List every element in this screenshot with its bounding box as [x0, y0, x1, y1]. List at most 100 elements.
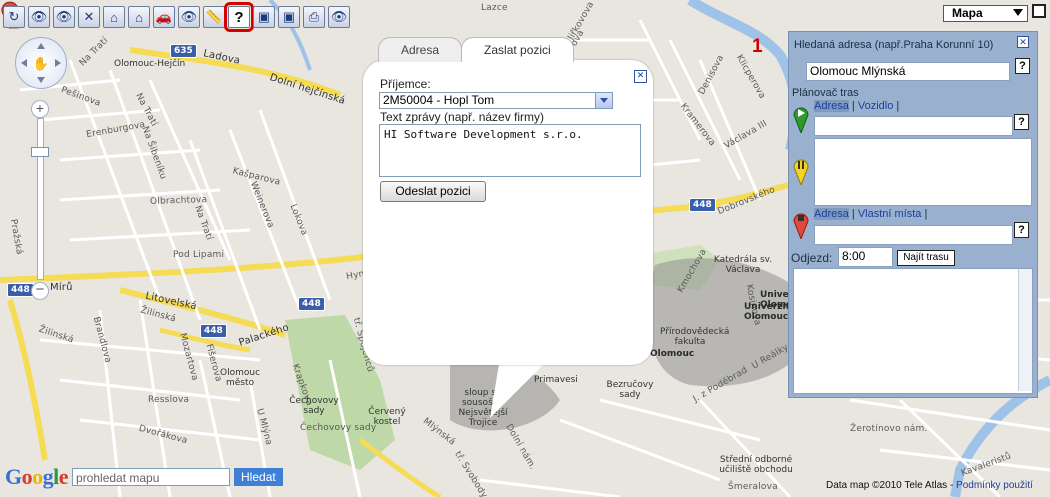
to-custom-places-link[interactable]: Vlastní místa [858, 208, 922, 220]
eye-list-button[interactable]: 👁 [178, 6, 200, 28]
results-scrollbar[interactable] [1018, 269, 1032, 391]
departure-time-input[interactable]: 8:00 [838, 247, 893, 267]
route-shield: 448 [7, 283, 34, 297]
poi-label: Bezručovy sady [606, 380, 654, 400]
vehicle-button[interactable]: 🚗 [153, 6, 175, 28]
map-street-label: Žerotínovo nám. [850, 424, 928, 434]
annotation-1: 1 [752, 36, 763, 57]
toolbar: ↻ 👁 👁 ✕ ⌂ ⌂ 🚗 👁 📏? ▣ ▣ ⎙ 👁 [3, 2, 350, 32]
separator: | [851, 208, 855, 220]
from-address-input[interactable] [814, 116, 1013, 136]
chevron-down-icon [595, 93, 612, 108]
zoom-out-button[interactable]: − [31, 282, 49, 300]
home-button[interactable]: ⌂ [103, 6, 125, 28]
map-type-label: Mapa [952, 6, 983, 20]
help-icon: ? [234, 8, 244, 26]
poi-label: Olomouc-Hejčín [114, 59, 186, 69]
view-button[interactable]: 👁 [28, 6, 50, 28]
poi-label: Červený kostel [368, 407, 406, 427]
car-icon: 🚗 [155, 9, 173, 24]
eye-settings-icon: 👁 [330, 9, 348, 24]
map-street-label: Pod Lipami [173, 250, 225, 260]
printer-icon: ⎙ [308, 9, 320, 24]
route-shield: 448 [200, 324, 227, 338]
map-search-button[interactable]: Hledat [234, 468, 283, 486]
ruler-icon: 📏 [205, 9, 223, 24]
via-pin-icon [793, 159, 809, 185]
package-info-button[interactable]: ▣ [278, 6, 300, 28]
popup-close-icon[interactable]: ✕ [634, 70, 647, 83]
route-shield: 448 [689, 198, 716, 212]
google-logo: Google [5, 464, 69, 489]
terms-link[interactable]: Podmínky použití [956, 480, 1033, 491]
eye-list-icon: 👁 [180, 9, 198, 24]
recipient-value: 2M50004 - Hopl Tom [383, 93, 495, 107]
panel-close-icon[interactable]: ✕ [1017, 36, 1029, 48]
pan-arrows-icon: ✋ [21, 43, 61, 83]
to-address-input[interactable] [814, 225, 1013, 245]
via-points-textarea[interactable] [814, 138, 1032, 206]
to-links: Adresa | Vlastní místa | [814, 208, 927, 220]
help-button[interactable]: ? [1014, 114, 1029, 130]
help-button[interactable]: ? [1014, 222, 1029, 238]
poi-label: Střední odborné učiliště obchodu [719, 455, 793, 475]
help-button[interactable]: ? [224, 2, 254, 32]
message-label: Text zprávy (např. název firmy) [380, 110, 545, 124]
route-results-list[interactable] [793, 268, 1033, 394]
zoom-slider[interactable] [37, 118, 44, 280]
home-add-icon: ⌂ [135, 9, 143, 25]
help-button[interactable]: ? [1015, 58, 1030, 74]
map-street-label: Lazce [481, 3, 508, 13]
planner-label: Plánovač tras [792, 87, 859, 99]
find-route-button[interactable]: Najít trasu [897, 250, 955, 266]
from-vehicle-link[interactable]: Vozidlo [858, 100, 893, 112]
pan-control[interactable]: ✋ [15, 37, 67, 89]
map-search-input[interactable]: prohledat mapu [72, 468, 231, 486]
vehicle-off-button[interactable]: ✕ [78, 6, 100, 28]
map-street-label: Šmeralova [728, 482, 778, 492]
package-info-icon: ▣ [282, 9, 296, 24]
to-address-link[interactable]: Adresa [814, 208, 849, 220]
tab-address[interactable]: Adresa [378, 37, 463, 62]
home-add-button[interactable]: ⌂ [128, 6, 150, 28]
separator: | [924, 208, 928, 220]
poi-label: Univerzitní Olomouc [744, 302, 800, 322]
map-search-bar: Google prohledat mapu Hledat [5, 462, 283, 492]
print-button[interactable]: ⎙ [303, 6, 325, 28]
tab-send-position[interactable]: Zaslat pozici [461, 37, 574, 62]
refresh-icon: ↻ [8, 9, 20, 24]
chevron-down-icon [1013, 9, 1023, 16]
poi-label: Olomouc [650, 349, 695, 359]
separator: | [851, 100, 855, 112]
poi-label: Čechovovy sady [289, 396, 339, 416]
refresh-button[interactable]: ↻ [3, 6, 25, 28]
departure-label: Odjezd: [791, 251, 833, 265]
from-address-link[interactable]: Adresa [814, 100, 849, 112]
send-position-button[interactable]: Odeslat pozici [380, 181, 486, 202]
copyright-notice: Data map ©2010 Tele Atlas - Podmínky pou… [826, 480, 1033, 491]
view-plus-button[interactable]: 👁 [53, 6, 75, 28]
popup-tail [490, 358, 550, 418]
poi-label: Olomouc město [220, 368, 261, 388]
poi-label: Přírodovědecká fakulta [660, 327, 730, 347]
package-button[interactable]: ▣ [253, 6, 275, 28]
start-pin-icon [793, 107, 809, 133]
map-street-label: Mírů [50, 282, 73, 293]
end-pin-icon [793, 213, 809, 239]
map-street-label: Resslova [148, 395, 190, 405]
recipient-select[interactable]: 2M50004 - Hopl Tom [379, 92, 613, 109]
zoom-in-button[interactable]: + [31, 100, 49, 118]
eye-plus-icon: 👁 [55, 9, 73, 24]
zoom-slider-handle[interactable] [31, 147, 49, 157]
popup-tabs: Adresa Zaslat pozici [378, 37, 574, 62]
copyright-text: Data map ©2010 Tele Atlas - [826, 480, 954, 491]
message-textarea[interactable]: HI Software Development s.r.o. [379, 124, 641, 177]
measure-button[interactable]: 📏 [203, 6, 225, 28]
maximize-icon[interactable] [1032, 4, 1046, 18]
map-type-select[interactable]: Mapa [943, 5, 1028, 22]
eye-settings-button[interactable]: 👁 [328, 6, 350, 28]
home-icon: ⌂ [110, 9, 118, 25]
from-links: Adresa | Vozidlo | [814, 100, 899, 112]
address-search-input[interactable]: Olomouc Mlýnská [806, 62, 1010, 81]
search-address-label: Hledaná adresa (např.Praha Korunní 10) [794, 39, 994, 51]
